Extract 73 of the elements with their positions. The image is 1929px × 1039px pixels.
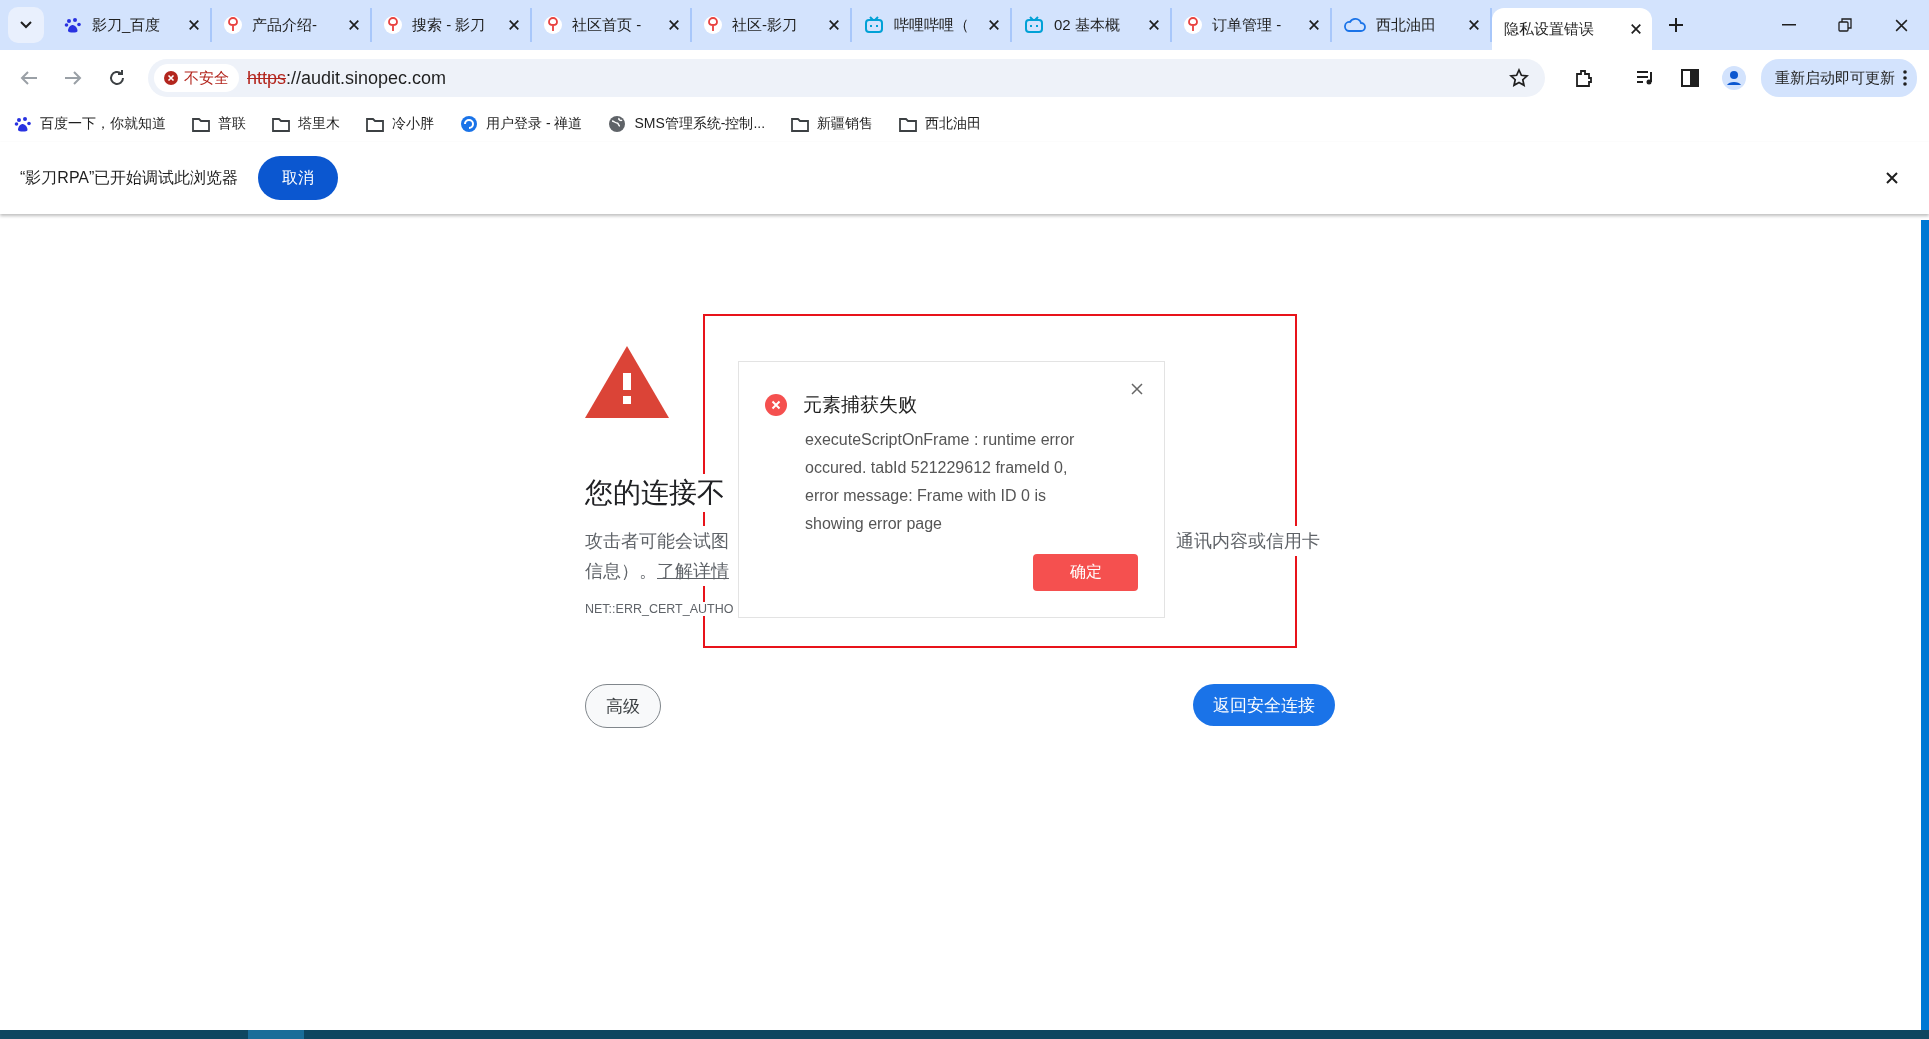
close-icon[interactable]	[1308, 19, 1320, 31]
close-icon[interactable]	[1148, 19, 1160, 31]
bookmark-item[interactable]: 普联	[192, 115, 246, 133]
paw-icon	[64, 16, 82, 34]
plus-icon	[1668, 17, 1684, 33]
pin-icon	[1184, 16, 1202, 34]
globe-icon	[608, 115, 627, 133]
pin-icon	[224, 16, 242, 34]
error-icon	[765, 394, 787, 416]
bookmark-item[interactable]: 冷小胖	[366, 115, 434, 133]
dialog-title: 元素捕获失败	[803, 393, 917, 417]
url-text: https://audit.sinopec.com	[247, 67, 448, 89]
warning-icon	[585, 346, 669, 418]
dialog-message: executeScriptOnFrame : runtime error occured. tabId 521229612 frameId 0, error message: Frame with ID 0 is showing error page	[805, 430, 1076, 534]
restore-icon	[1838, 18, 1852, 32]
browser-tab[interactable]: 02 基本概	[1012, 8, 1172, 42]
error-heading: 您的连接不	[585, 474, 725, 512]
folder-icon	[366, 116, 384, 132]
pin-icon	[384, 16, 402, 34]
browser-tab[interactable]: 社区-影刀	[692, 8, 852, 42]
close-icon[interactable]	[988, 19, 1000, 31]
learn-more-link[interactable]: 了解详情	[657, 556, 729, 586]
bookmark-item[interactable]: 西北油田	[899, 115, 982, 133]
tv-icon	[864, 16, 884, 34]
tv-icon	[1024, 16, 1044, 34]
browser-tab[interactable]: 隐私设置错误	[1492, 8, 1652, 50]
bookmark-item[interactable]: 塔里木	[272, 115, 340, 133]
bookmark-item[interactable]: SMS管理系统-控制...	[608, 115, 766, 133]
browser-tab[interactable]: 哔哩哔哩（	[852, 8, 1012, 42]
reload-icon	[108, 69, 126, 87]
address-bar[interactable]: 不安全 https://audit.sinopec.com	[148, 59, 1545, 97]
description-text: 攻击者可能会试图	[585, 526, 729, 556]
bookmark-item[interactable]: 用户登录 - 禅道	[460, 115, 583, 133]
close-icon[interactable]	[828, 19, 840, 31]
not-secure-chip[interactable]: 不安全	[154, 64, 239, 92]
debug-message: “影刀RPA”已开始调试此浏览器	[20, 167, 239, 188]
folder-icon	[899, 116, 918, 132]
description-text: 通讯内容或信用卡	[1176, 526, 1320, 556]
swirl-icon	[460, 115, 478, 133]
pin-icon	[704, 16, 722, 34]
cloud-icon	[1344, 17, 1366, 33]
close-icon	[1893, 17, 1909, 33]
tab-search-button[interactable]	[8, 7, 44, 43]
back-arrow-icon	[20, 70, 38, 86]
folder-icon	[192, 116, 210, 132]
forward-arrow-icon	[64, 70, 82, 86]
cancel-button[interactable]: 取消	[258, 156, 339, 200]
more-icon	[1903, 70, 1907, 86]
pin-icon	[544, 16, 562, 34]
close-icon[interactable]	[1468, 19, 1480, 31]
browser-tab[interactable]: 社区首页 -	[532, 8, 692, 42]
update-button[interactable]: 重新启动即可更新	[1761, 59, 1917, 97]
browser-tab[interactable]: 产品介绍-	[212, 8, 372, 42]
caret-icon	[20, 21, 32, 29]
browser-tab[interactable]: 订单管理 -	[1172, 8, 1332, 42]
close-icon[interactable]	[508, 19, 520, 31]
folder-icon	[272, 116, 290, 132]
close-icon[interactable]	[1630, 23, 1642, 35]
paw-icon	[14, 115, 32, 133]
close-icon[interactable]	[348, 19, 360, 31]
minimize-icon	[1782, 24, 1796, 26]
bookmark-item[interactable]: 新疆销售	[791, 115, 874, 133]
star-icon[interactable]	[1509, 68, 1529, 88]
advanced-button[interactable]: 高级	[585, 684, 661, 728]
close-icon[interactable]	[188, 19, 200, 31]
browser-tab[interactable]: 影刀_百度	[52, 8, 212, 42]
browser-tab[interactable]: 搜索 - 影刀	[372, 8, 532, 42]
bookmark-item[interactable]: 百度一下，你就知道	[14, 115, 166, 133]
back-to-safety-button[interactable]: 返回安全连接	[1193, 684, 1335, 726]
error-icon	[164, 71, 178, 85]
close-icon[interactable]	[668, 19, 680, 31]
folder-icon	[791, 116, 810, 132]
error-code: NET::ERR_CERT_AUTHO	[585, 602, 734, 616]
